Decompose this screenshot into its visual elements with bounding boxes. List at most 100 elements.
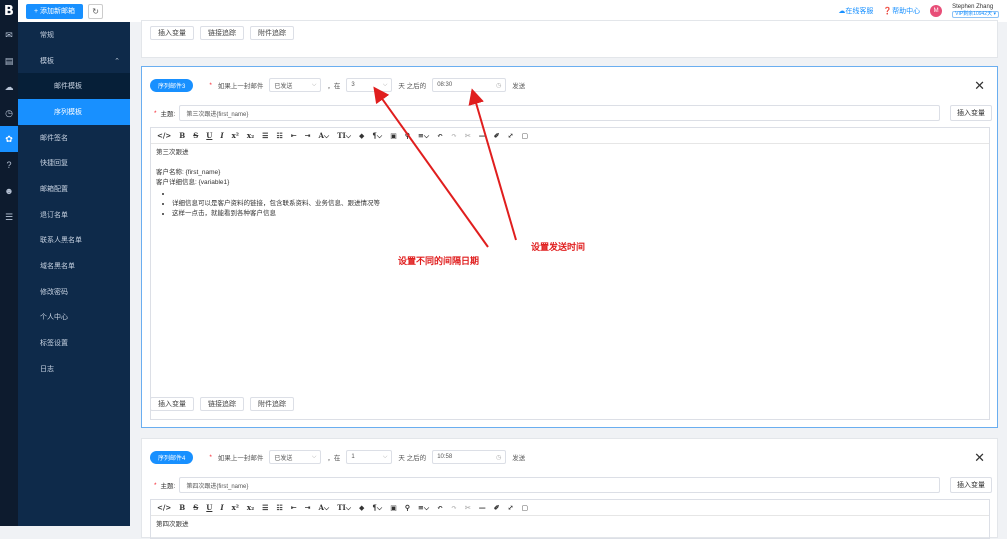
eraser-icon[interactable]: ✐ (494, 503, 500, 512)
subject-input[interactable]: 第三次跟进{first_name} (179, 105, 940, 121)
clock-icon[interactable]: ◷ (0, 100, 18, 126)
sidebar-item-sequence-templates[interactable]: 序列模板 (18, 99, 130, 125)
rich-text-editor[interactable]: </> B S U I x² x₂ ☰ ☷ ⇤ ⇥ A⌵ TI⌵ ◆ ¶⌵ ▣ … (150, 127, 990, 420)
sidebar-item-unsubscribe[interactable]: 退订名单 (18, 202, 130, 228)
indent-icon[interactable]: ⇥ (305, 503, 311, 512)
help-center-link[interactable]: ❓帮助中心 (883, 6, 920, 16)
undo-icon[interactable]: ↶ (437, 503, 443, 512)
close-icon[interactable]: ✕ (974, 450, 985, 466)
time-picker[interactable]: 08:30 ◷ (432, 78, 507, 92)
sidebar-item-signature[interactable]: 邮件签名 (18, 125, 130, 151)
underline-icon[interactable]: U (206, 131, 212, 140)
help-icon[interactable]: ? (0, 152, 18, 178)
condition-select[interactable]: 已发送 ⌵ (269, 78, 322, 92)
refresh-icon[interactable]: ↻ (88, 3, 104, 19)
bullet-list-icon[interactable]: ☰ (262, 503, 268, 512)
sidebar-item-domain-blacklist[interactable]: 域名黑名单 (18, 253, 130, 279)
link-tracking-button[interactable]: 链接追踪 (200, 26, 244, 40)
rich-text-editor[interactable]: </> B S U I x² x₂ ☰ ☷ ⇤ ⇥ A⌵ TI⌵ ◆ ¶⌵ ▣ … (150, 499, 990, 539)
vip-badge[interactable]: VIP剩余10942天 ▾ (952, 10, 999, 19)
bullet-list-icon[interactable]: ☰ (262, 131, 268, 140)
editor-content[interactable]: 第三次跟进 客户名称: {first_name} 客户详细信息: {variab… (151, 144, 989, 223)
insert-variable-subject-button[interactable]: 插入变量 (950, 477, 992, 493)
sidebar-item-tags[interactable]: 标签设置 (18, 330, 130, 356)
link-icon[interactable]: ⚲ (405, 503, 410, 512)
time-picker[interactable]: 10:58 ◷ (432, 450, 507, 464)
image-icon[interactable]: ▣ (390, 131, 397, 140)
link-icon[interactable]: ⚲ (405, 131, 410, 140)
sidebar-item-change-password[interactable]: 修改密码 (18, 279, 130, 305)
ordered-list-icon[interactable]: ☷ (276, 131, 282, 140)
align-icon[interactable]: ≡⌵ (418, 131, 429, 141)
undo-icon[interactable]: ↶ (437, 131, 443, 140)
font-size-icon[interactable]: TI⌵ (337, 503, 351, 513)
insert-variable-button[interactable]: 插入变量 (150, 26, 194, 40)
subscript-icon[interactable]: x₂ (247, 131, 254, 140)
sidebar-item-general[interactable]: 常规 (18, 22, 130, 48)
redo-icon[interactable]: ↷ (451, 131, 457, 140)
user-menu[interactable]: Stephen Zhang VIP剩余10942天 ▾ (952, 4, 999, 19)
condition-select[interactable]: 已发送 ⌵ (269, 450, 322, 464)
horizontal-rule-icon[interactable]: — (479, 503, 486, 512)
align-icon[interactable]: ≡⌵ (418, 503, 429, 513)
strikethrough-icon[interactable]: S (193, 503, 198, 512)
outdent-icon[interactable]: ⇤ (291, 131, 297, 140)
indent-icon[interactable]: ⇥ (305, 131, 311, 140)
code-icon[interactable]: </> (157, 503, 171, 512)
settings-icon[interactable]: ✿ (0, 126, 18, 152)
menu-icon[interactable]: ☰ (0, 204, 18, 230)
insert-variable-subject-button[interactable]: 插入变量 (950, 105, 992, 121)
strikethrough-icon[interactable]: S (193, 131, 198, 140)
sidebar-item-templates[interactable]: 模板 ⌃ (18, 48, 130, 74)
cloud-icon[interactable]: ☁ (0, 74, 18, 100)
preview-icon[interactable]: ▢ (522, 503, 529, 512)
scissors-icon[interactable]: ✂ (465, 503, 471, 512)
paragraph-icon[interactable]: ¶⌵ (372, 131, 382, 141)
paragraph-icon[interactable]: ¶⌵ (372, 503, 382, 513)
editor-content[interactable]: 第四次跟进 (151, 516, 989, 534)
code-icon[interactable]: </> (157, 131, 171, 140)
superscript-icon[interactable]: x² (232, 503, 239, 512)
italic-icon[interactable]: I (220, 131, 223, 140)
color-fill-icon[interactable]: ◆ (359, 131, 364, 140)
days-select[interactable]: 3 ⌵ (346, 78, 393, 92)
sidebar-item-logs[interactable]: 日志 (18, 356, 130, 382)
subscript-icon[interactable]: x₂ (247, 503, 254, 512)
redo-icon[interactable]: ↷ (451, 503, 457, 512)
ordered-list-icon[interactable]: ☷ (276, 503, 282, 512)
italic-icon[interactable]: I (220, 503, 223, 512)
list-icon[interactable]: ▤ (0, 48, 18, 74)
sidebar-item-profile[interactable]: 个人中心 (18, 305, 130, 331)
sidebar-item-quick-reply[interactable]: 快捷回复 (18, 150, 130, 176)
scissors-icon[interactable]: ✂ (465, 131, 471, 140)
image-icon[interactable]: ▣ (390, 503, 397, 512)
bold-icon[interactable]: B (179, 503, 185, 512)
superscript-icon[interactable]: x² (232, 131, 239, 140)
sidebar-item-mailbox-config[interactable]: 邮箱配置 (18, 176, 130, 202)
attachment-tracking-button[interactable]: 附件追踪 (250, 26, 294, 40)
insert-variable-button[interactable]: 插入变量 (150, 397, 194, 411)
bold-icon[interactable]: B (179, 131, 185, 140)
fullscreen-icon[interactable]: ⤢ (508, 503, 514, 512)
outdent-icon[interactable]: ⇤ (291, 503, 297, 512)
add-mailbox-button[interactable]: + 添加新邮箱 (26, 3, 84, 19)
underline-icon[interactable]: U (206, 503, 212, 512)
attachment-tracking-button[interactable]: 附件追踪 (250, 397, 294, 411)
font-color-icon[interactable]: A⌵ (318, 131, 329, 141)
user-icon[interactable]: ☻ (0, 178, 18, 204)
close-icon[interactable]: ✕ (974, 78, 985, 94)
fullscreen-icon[interactable]: ⤢ (508, 131, 514, 140)
mail-icon[interactable]: ✉ (0, 22, 18, 48)
font-color-icon[interactable]: A⌵ (318, 503, 329, 513)
color-fill-icon[interactable]: ◆ (359, 503, 364, 512)
avatar[interactable]: M (930, 5, 943, 17)
link-tracking-button[interactable]: 链接追踪 (200, 397, 244, 411)
subject-input[interactable]: 第四次跟进{first_name} (179, 477, 940, 493)
online-service-link[interactable]: ☁在线客服 (838, 6, 873, 16)
font-size-icon[interactable]: TI⌵ (337, 131, 351, 141)
horizontal-rule-icon[interactable]: — (479, 131, 486, 140)
preview-icon[interactable]: ▢ (522, 131, 529, 140)
days-select[interactable]: 1 ⌵ (346, 450, 393, 464)
sidebar-item-contact-blacklist[interactable]: 联系人黑名单 (18, 228, 130, 254)
sidebar-item-mail-templates[interactable]: 邮件模板 (18, 73, 130, 100)
